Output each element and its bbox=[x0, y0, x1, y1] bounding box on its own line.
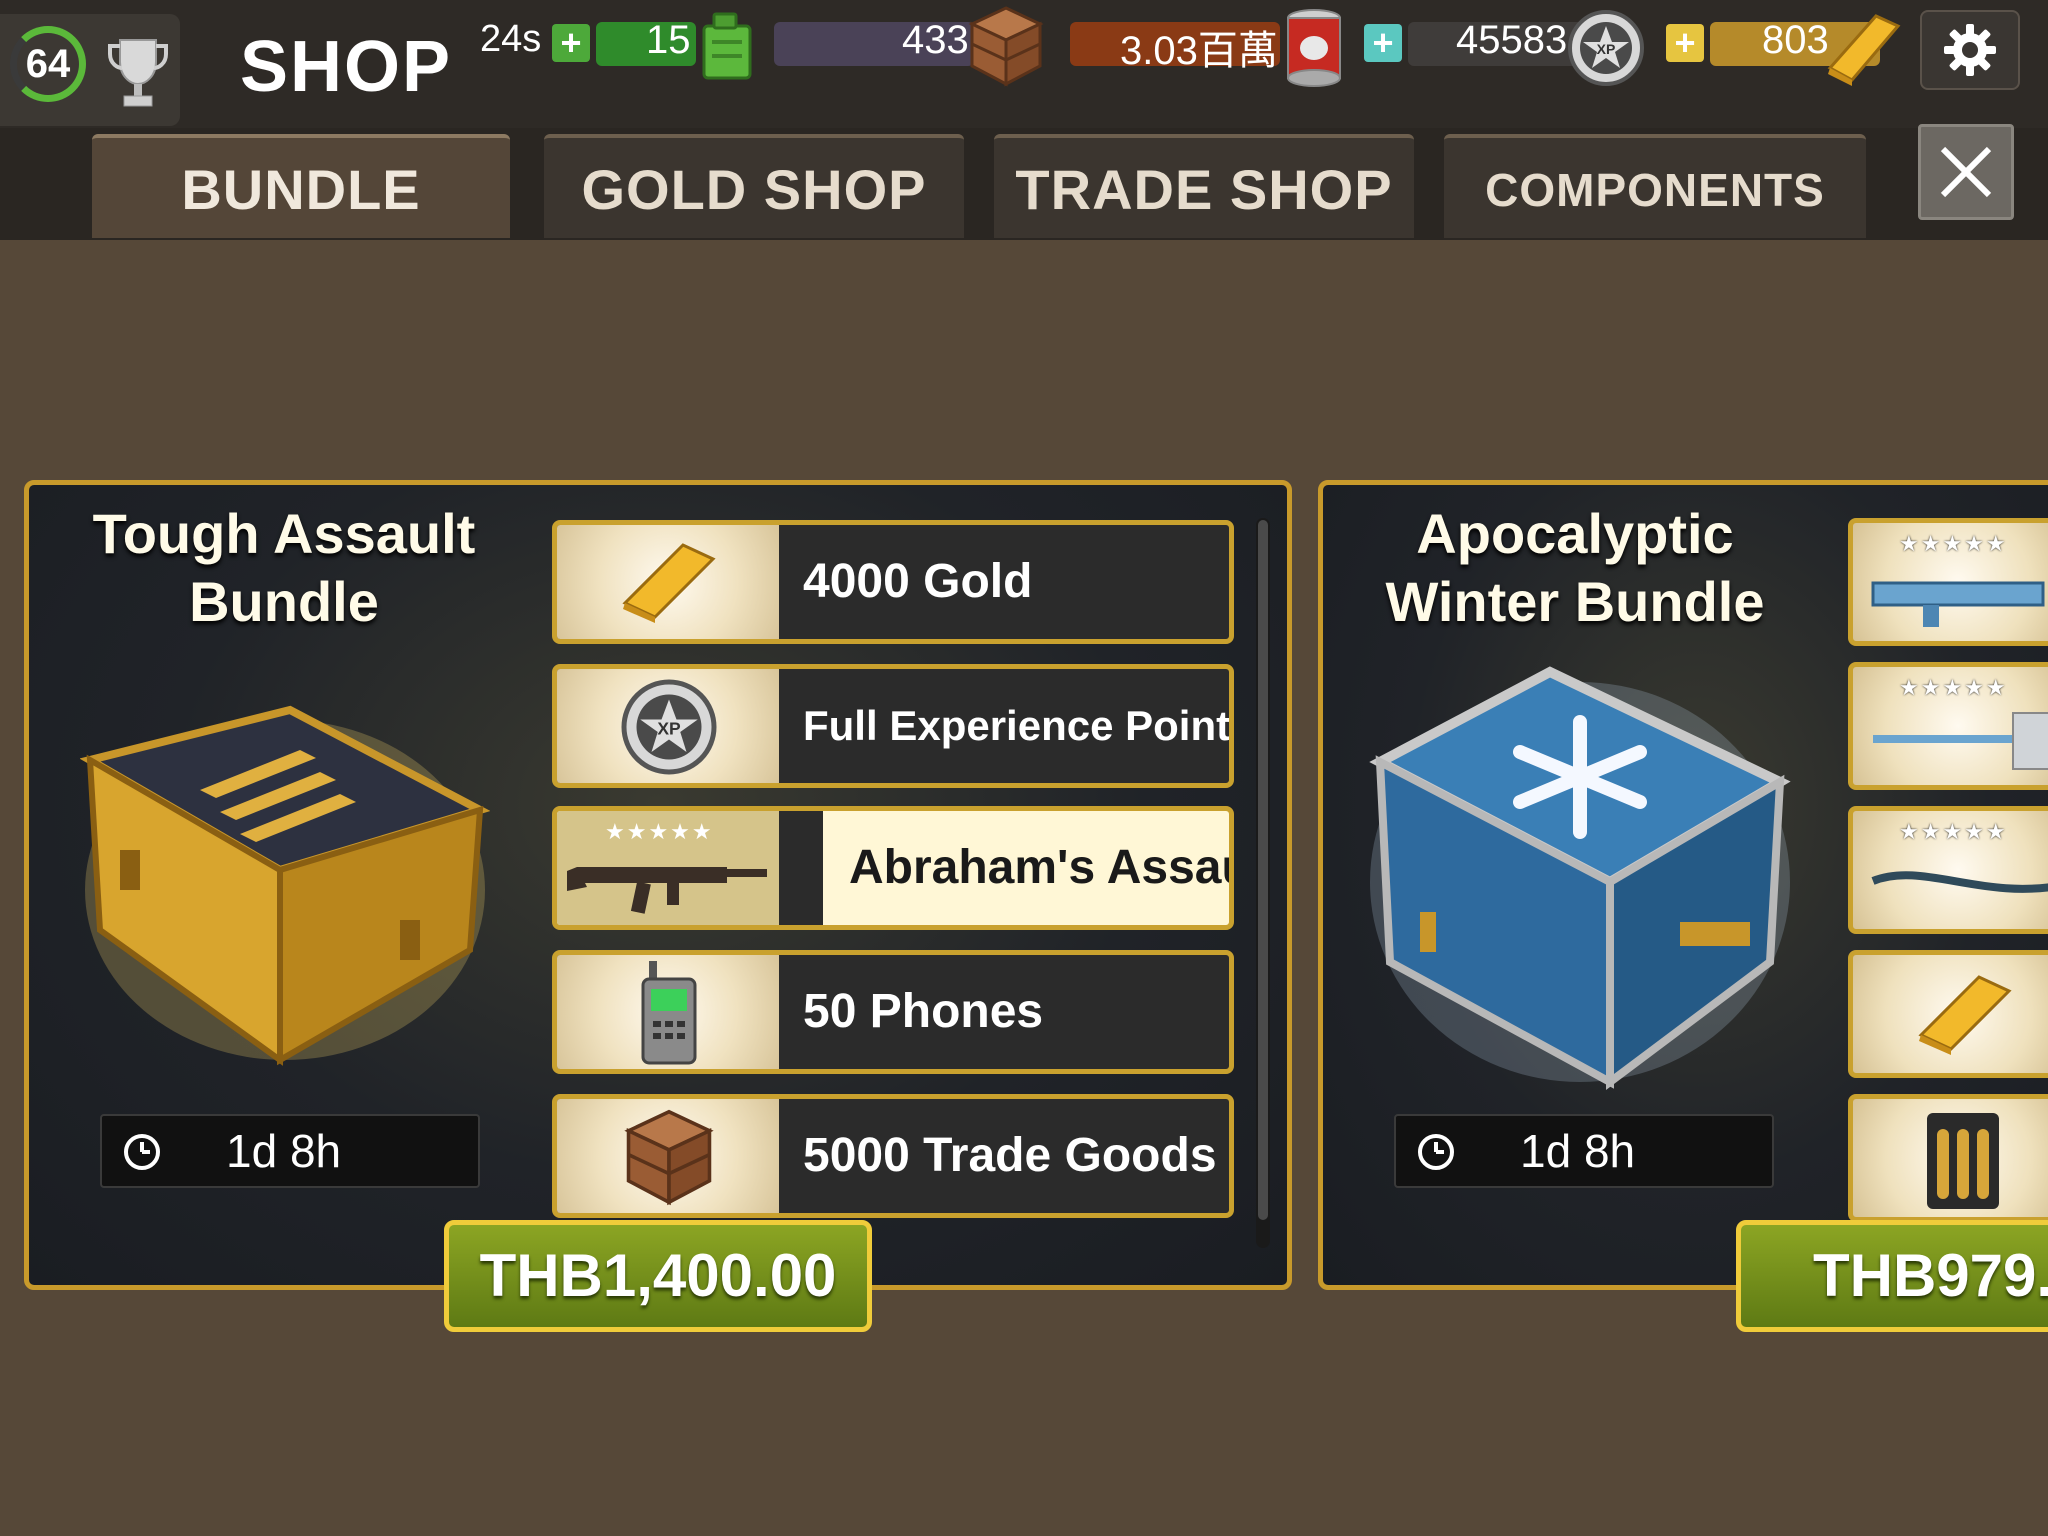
rarity-stars: ★★★★★ bbox=[1899, 819, 2008, 844]
crate-icon bbox=[624, 1109, 714, 1206]
assault-rifle-icon bbox=[567, 867, 767, 914]
ammo-icon bbox=[1927, 1113, 1999, 1209]
item-label: Abraham's Assault bbox=[849, 841, 1229, 894]
item-icon-background: XP bbox=[557, 669, 779, 783]
bundle-timer-text: 1d 8h bbox=[226, 1125, 342, 1177]
trophy-icon bbox=[108, 39, 168, 107]
fuel-can-icon bbox=[702, 12, 752, 80]
bundle-item[interactable] bbox=[1848, 950, 2048, 1078]
bundle-item[interactable]: 5000 Trade Goods bbox=[552, 1094, 1234, 1218]
xp-badge-icon: XP bbox=[621, 679, 717, 775]
item-label: Full Experience Points bbox=[803, 702, 1234, 749]
player-level: 64 bbox=[25, 42, 71, 86]
crossbow-icon bbox=[1871, 871, 2048, 893]
buy-bundle-button[interactable]: THB979.0 bbox=[1736, 1220, 2048, 1332]
bundle-item[interactable]: ★★★★★ bbox=[1848, 806, 2048, 934]
xp-badge-icon: XP bbox=[1568, 10, 1644, 86]
tab-trade-shop[interactable]: TRADE SHOP bbox=[994, 134, 1414, 238]
bundle-title-line2: Winter Bundle bbox=[1385, 570, 1765, 633]
tab-gold-shop[interactable]: GOLD SHOP bbox=[544, 134, 964, 238]
phone-icon bbox=[641, 961, 697, 1065]
clock-icon bbox=[124, 1134, 160, 1170]
item-label: 5000 Trade Goods bbox=[803, 1129, 1217, 1182]
bundle-title-line2: Bundle bbox=[189, 570, 379, 633]
item-label: 50 Phones bbox=[803, 985, 1044, 1038]
xp-count: 45583 bbox=[1456, 18, 1568, 62]
trade-goods-count: 433 bbox=[902, 18, 969, 62]
bundle-item[interactable]: 4000 Gold bbox=[552, 520, 1234, 644]
crate-icon bbox=[968, 6, 1044, 87]
close-button[interactable] bbox=[1918, 124, 2014, 220]
bundle-item[interactable] bbox=[1848, 1094, 2048, 1222]
gold-bar-icon bbox=[1918, 975, 2012, 1055]
item-icon-background bbox=[557, 1099, 779, 1213]
close-icon bbox=[1940, 146, 1992, 198]
refill-timer: 24s bbox=[480, 18, 542, 60]
bundle-item[interactable]: XP Full Experience Points bbox=[552, 664, 1234, 788]
add-xp-button[interactable]: + bbox=[1364, 24, 1402, 62]
clock-icon bbox=[1418, 1134, 1454, 1170]
item-icon-background bbox=[557, 955, 779, 1069]
winter-chest-icon bbox=[1369, 666, 1791, 1090]
assault-chest-icon bbox=[80, 705, 490, 1066]
settings-button[interactable] bbox=[1920, 10, 2020, 90]
gold-bar-icon bbox=[622, 543, 716, 623]
add-fuel-button[interactable]: + bbox=[552, 24, 590, 62]
rarity-stars: ★★★★★ bbox=[1899, 531, 2008, 556]
item-label: 4000 Gold bbox=[803, 555, 1033, 608]
rifle-icon bbox=[1871, 581, 2045, 627]
weapon-stats-column bbox=[779, 811, 823, 925]
svg-text:XP: XP bbox=[657, 719, 681, 739]
items-scrollbar-thumb[interactable] bbox=[1258, 520, 1268, 1220]
tab-bundle-shop[interactable]: BUNDLE SHOP bbox=[92, 134, 510, 325]
bundle-title-line1: Apocalyptic bbox=[1416, 502, 1734, 565]
bundle-item[interactable]: 50 Phones bbox=[552, 950, 1234, 1074]
fuel-count: 15 bbox=[646, 18, 691, 62]
bundle-title: Apocalyptic Winter Bundle bbox=[1340, 500, 1810, 636]
page-title: SHOP bbox=[240, 27, 453, 107]
bundle-item-featured[interactable]: ★★★★★ Abraham's Assault bbox=[552, 806, 1234, 930]
food-can-icon bbox=[1287, 9, 1341, 87]
item-icon-background bbox=[557, 525, 779, 639]
axe-icon bbox=[1873, 712, 2048, 770]
bundle-timer: 1d 8h bbox=[100, 1114, 480, 1188]
bundle-timer: 1d 8h bbox=[1394, 1114, 1774, 1188]
player-level-badge[interactable]: 64 bbox=[0, 14, 180, 126]
food-count: 3.03百萬 bbox=[1120, 29, 1278, 73]
bundle-timer-text: 1d 8h bbox=[1520, 1125, 1636, 1177]
svg-text:XP: XP bbox=[1597, 41, 1616, 57]
bundle-title: Tough Assault Bundle bbox=[44, 500, 524, 636]
item-icon-background: ★★★★★ bbox=[557, 811, 779, 925]
add-gold-button[interactable]: + bbox=[1666, 24, 1704, 62]
bundle-item[interactable]: ★★★★★ bbox=[1848, 662, 2048, 790]
tab-components-shop[interactable]: COMPONENTS SHOP bbox=[1444, 134, 1866, 320]
bundle-title-line1: Tough Assault bbox=[92, 502, 476, 565]
gold-count: 803 bbox=[1762, 18, 1829, 62]
buy-bundle-button[interactable]: THB1,400.00 bbox=[444, 1220, 872, 1332]
rarity-stars: ★★★★★ bbox=[1899, 675, 2008, 700]
gear-icon bbox=[1944, 24, 1996, 76]
gold-bar-icon bbox=[1827, 14, 1901, 86]
bundle-item[interactable]: ★★★★★ bbox=[1848, 518, 2048, 646]
